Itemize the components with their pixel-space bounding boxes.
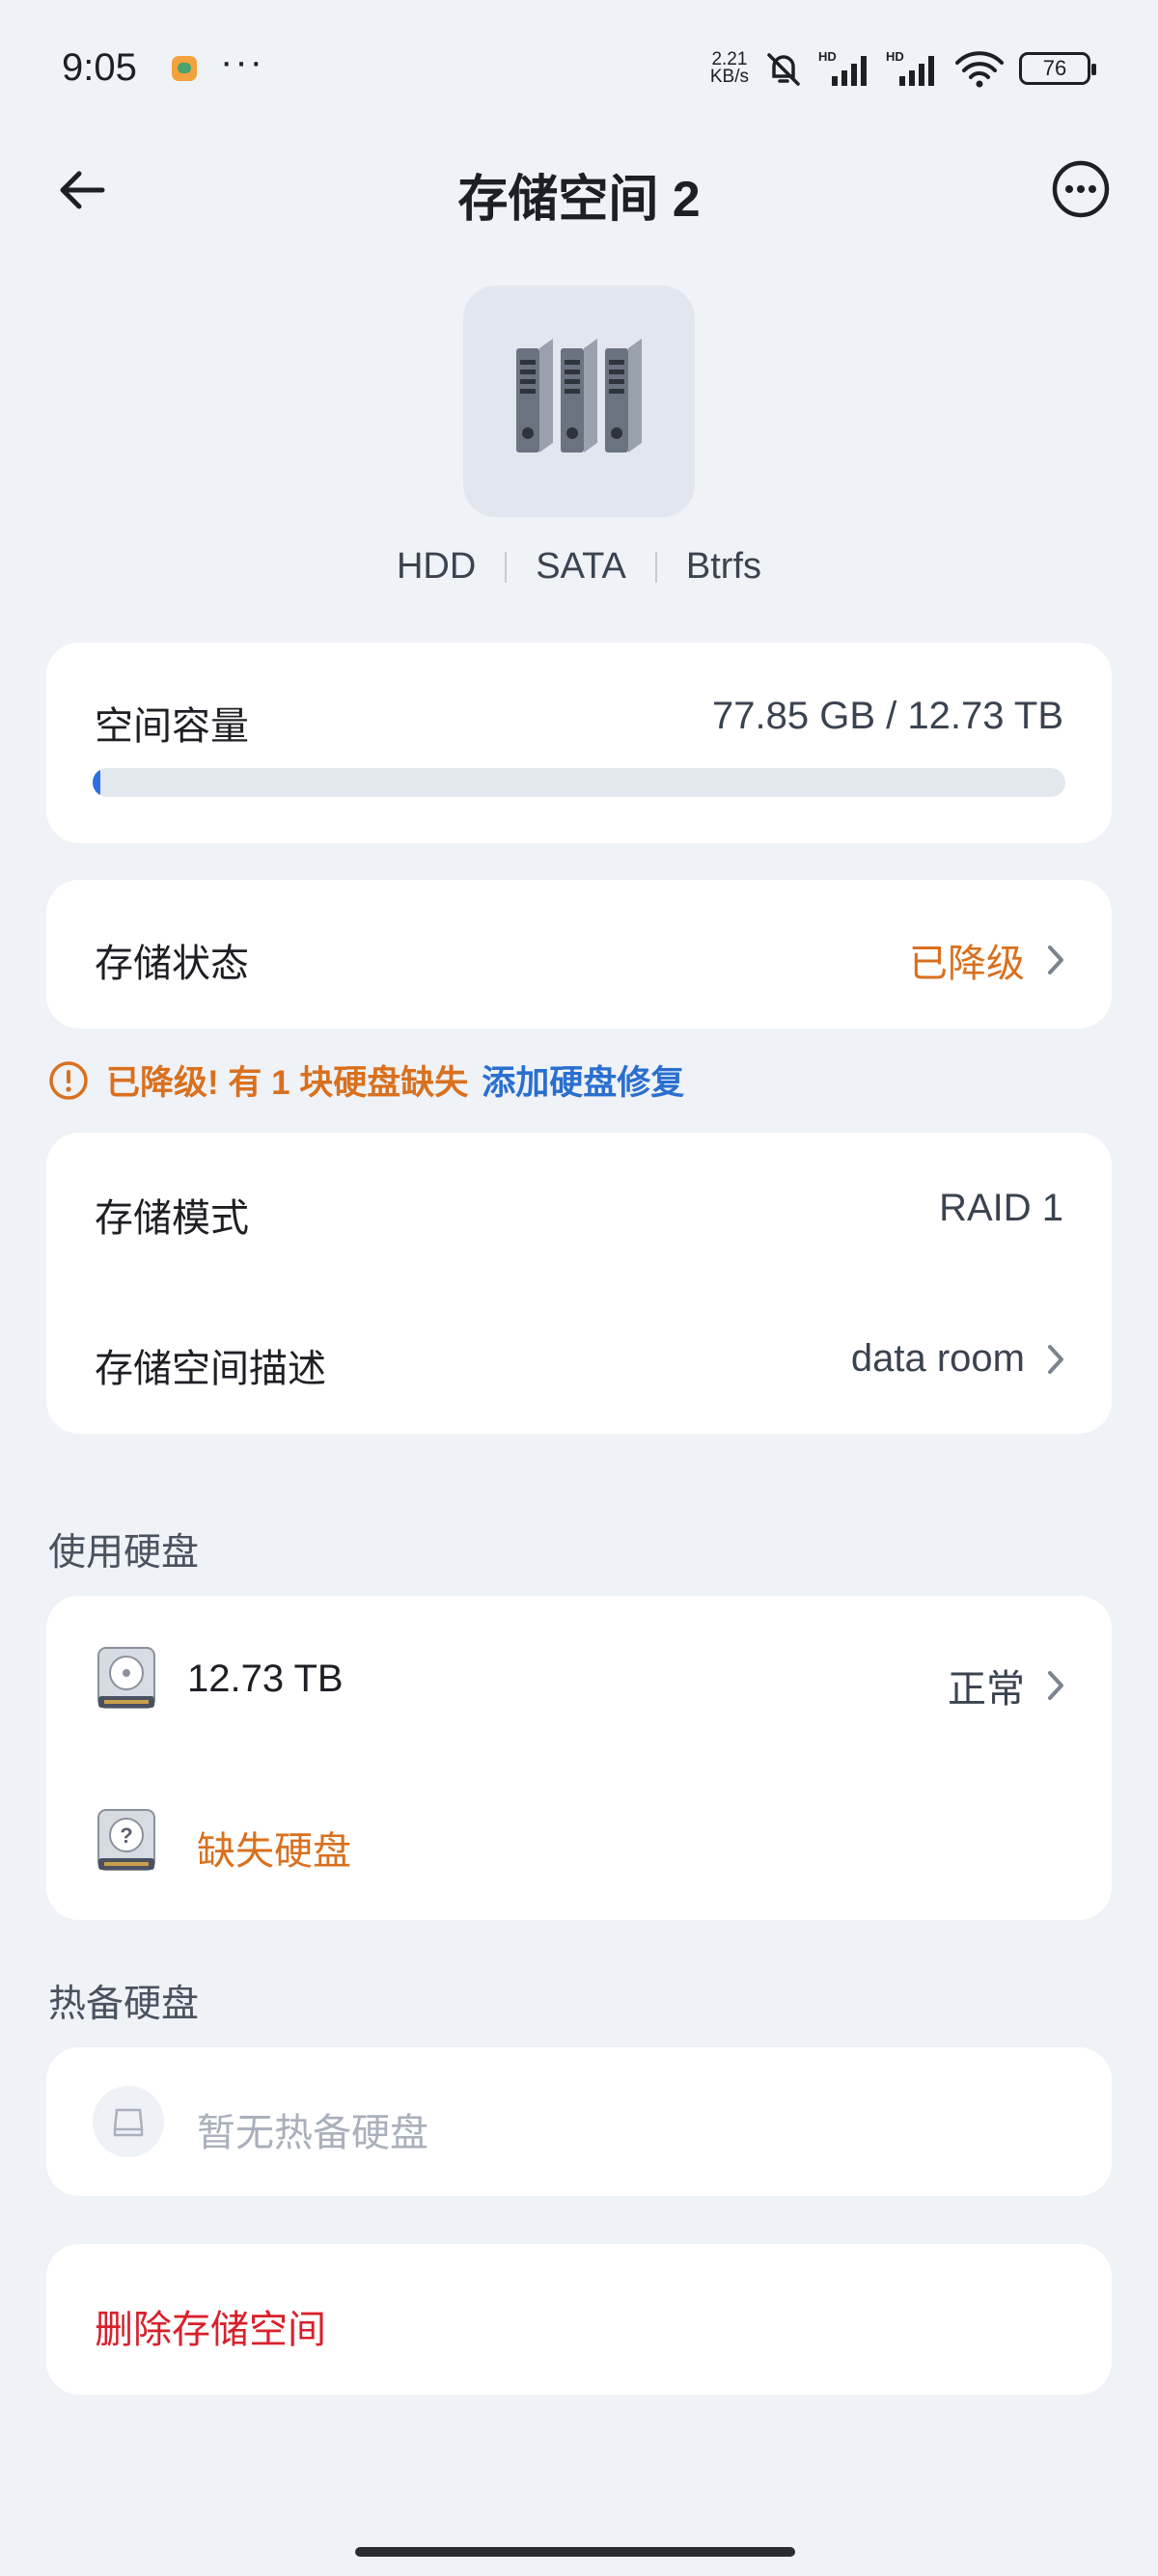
tag-filesystem: Btrfs [685,546,762,587]
more-options-button[interactable] [1046,154,1116,224]
missing-disk-label: 缺失硬盘 [197,1830,351,1873]
used-disks-card: 12.73 TB 正常 ? 缺失硬盘 [46,1596,1112,1920]
storage-space-detail-page: 9:05 ··· 2.21 KB/s HD HD 76 存储空间 2 HDD S… [0,0,1158,2576]
hd-signal-icon: HD [886,49,934,86]
more-notifications-icon: ··· [220,41,264,83]
chevron-right-icon [1048,945,1063,974]
storage-status-value: 已降级 [909,932,1065,988]
delete-storage-button[interactable]: 删除存储空间 [46,2244,1112,2395]
used-disks-title: 使用硬盘 [48,1532,200,1574]
tag-disk-type: HDD [396,546,477,587]
info-warning-icon [48,1060,89,1101]
storage-description-label: 存储空间描述 [95,1348,326,1390]
disk-status: 正常 [948,1658,1065,1713]
status-icons: 2.21 KB/s HD HD 76 [709,46,1096,91]
storage-status-row[interactable]: 存储状态 已降级 [46,880,1112,1028]
page-title: 存储空间 2 [457,172,701,228]
storage-tags: HDD SATA Btrfs [0,546,1158,588]
header: 存储空间 2 [0,145,1158,232]
mute-bell-icon [767,53,800,86]
storage-mode-label: 存储模式 [95,1197,249,1240]
warning-text: 已降级! 有 1 块硬盘缺失 [106,1064,469,1102]
degraded-warning: 已降级! 有 1 块硬盘缺失 添加硬盘修复 [48,1055,684,1105]
storage-status-label: 存储状态 [95,943,249,985]
storage-description-text: data room [850,1337,1025,1380]
drive-bay-icon [516,339,642,452]
capacity-progress-bar [93,768,1065,797]
tag-divider [505,551,508,583]
capacity-card: 空间容量 77.85 GB / 12.73 TB [46,643,1112,843]
missing-disk-icon: ? [97,1809,155,1871]
hard-disk-icon [97,1647,155,1709]
status-time: 9:05 [62,46,137,89]
battery-icon: 76 [1019,52,1096,85]
network-speed: 2.21 KB/s [709,50,749,87]
no-hot-spare-text: 暂无热备硬盘 [197,2112,428,2154]
storage-status-text: 已降级 [909,943,1025,985]
app-notification-icon [172,56,197,81]
disk-capacity: 12.73 TB [187,1658,344,1700]
network-speed-unit: KB/s [709,67,749,87]
delete-storage-label: 删除存储空间 [95,2309,326,2351]
svg-text:?: ? [120,1823,132,1848]
chevron-right-icon [1048,1671,1063,1700]
storage-description-value: data room [851,1337,1065,1381]
home-indicator[interactable] [355,2547,795,2557]
disk-outline-icon [93,2086,164,2157]
wifi-icon [955,51,1004,88]
tag-divider [654,551,657,583]
capacity-label: 空间容量 [95,705,249,748]
storage-mode-value: RAID 1 [939,1187,1063,1229]
hot-spare-title: 热备硬盘 [48,1984,200,2025]
capacity-progress-fill [93,768,101,797]
add-disk-repair-link[interactable]: 添加硬盘修复 [482,1055,684,1105]
svg-text:HD: HD [886,49,904,64]
storage-details-card: 存储模式 RAID 1 存储空间描述 data room [46,1133,1112,1434]
more-horizontal-icon [1052,160,1110,218]
capacity-value: 77.85 GB / 12.73 TB [712,695,1063,737]
tag-interface: SATA [536,546,626,587]
disk-status-text: 正常 [948,1668,1025,1711]
hot-spare-card: 暂无热备硬盘 [46,2047,1112,2196]
hd-signal-icon: HD [818,49,867,86]
svg-text:HD: HD [818,49,837,64]
status-bar: 9:05 ··· 2.21 KB/s HD HD 76 [0,0,1158,135]
storage-hero-tile [463,286,695,517]
chevron-right-icon [1048,1344,1063,1374]
